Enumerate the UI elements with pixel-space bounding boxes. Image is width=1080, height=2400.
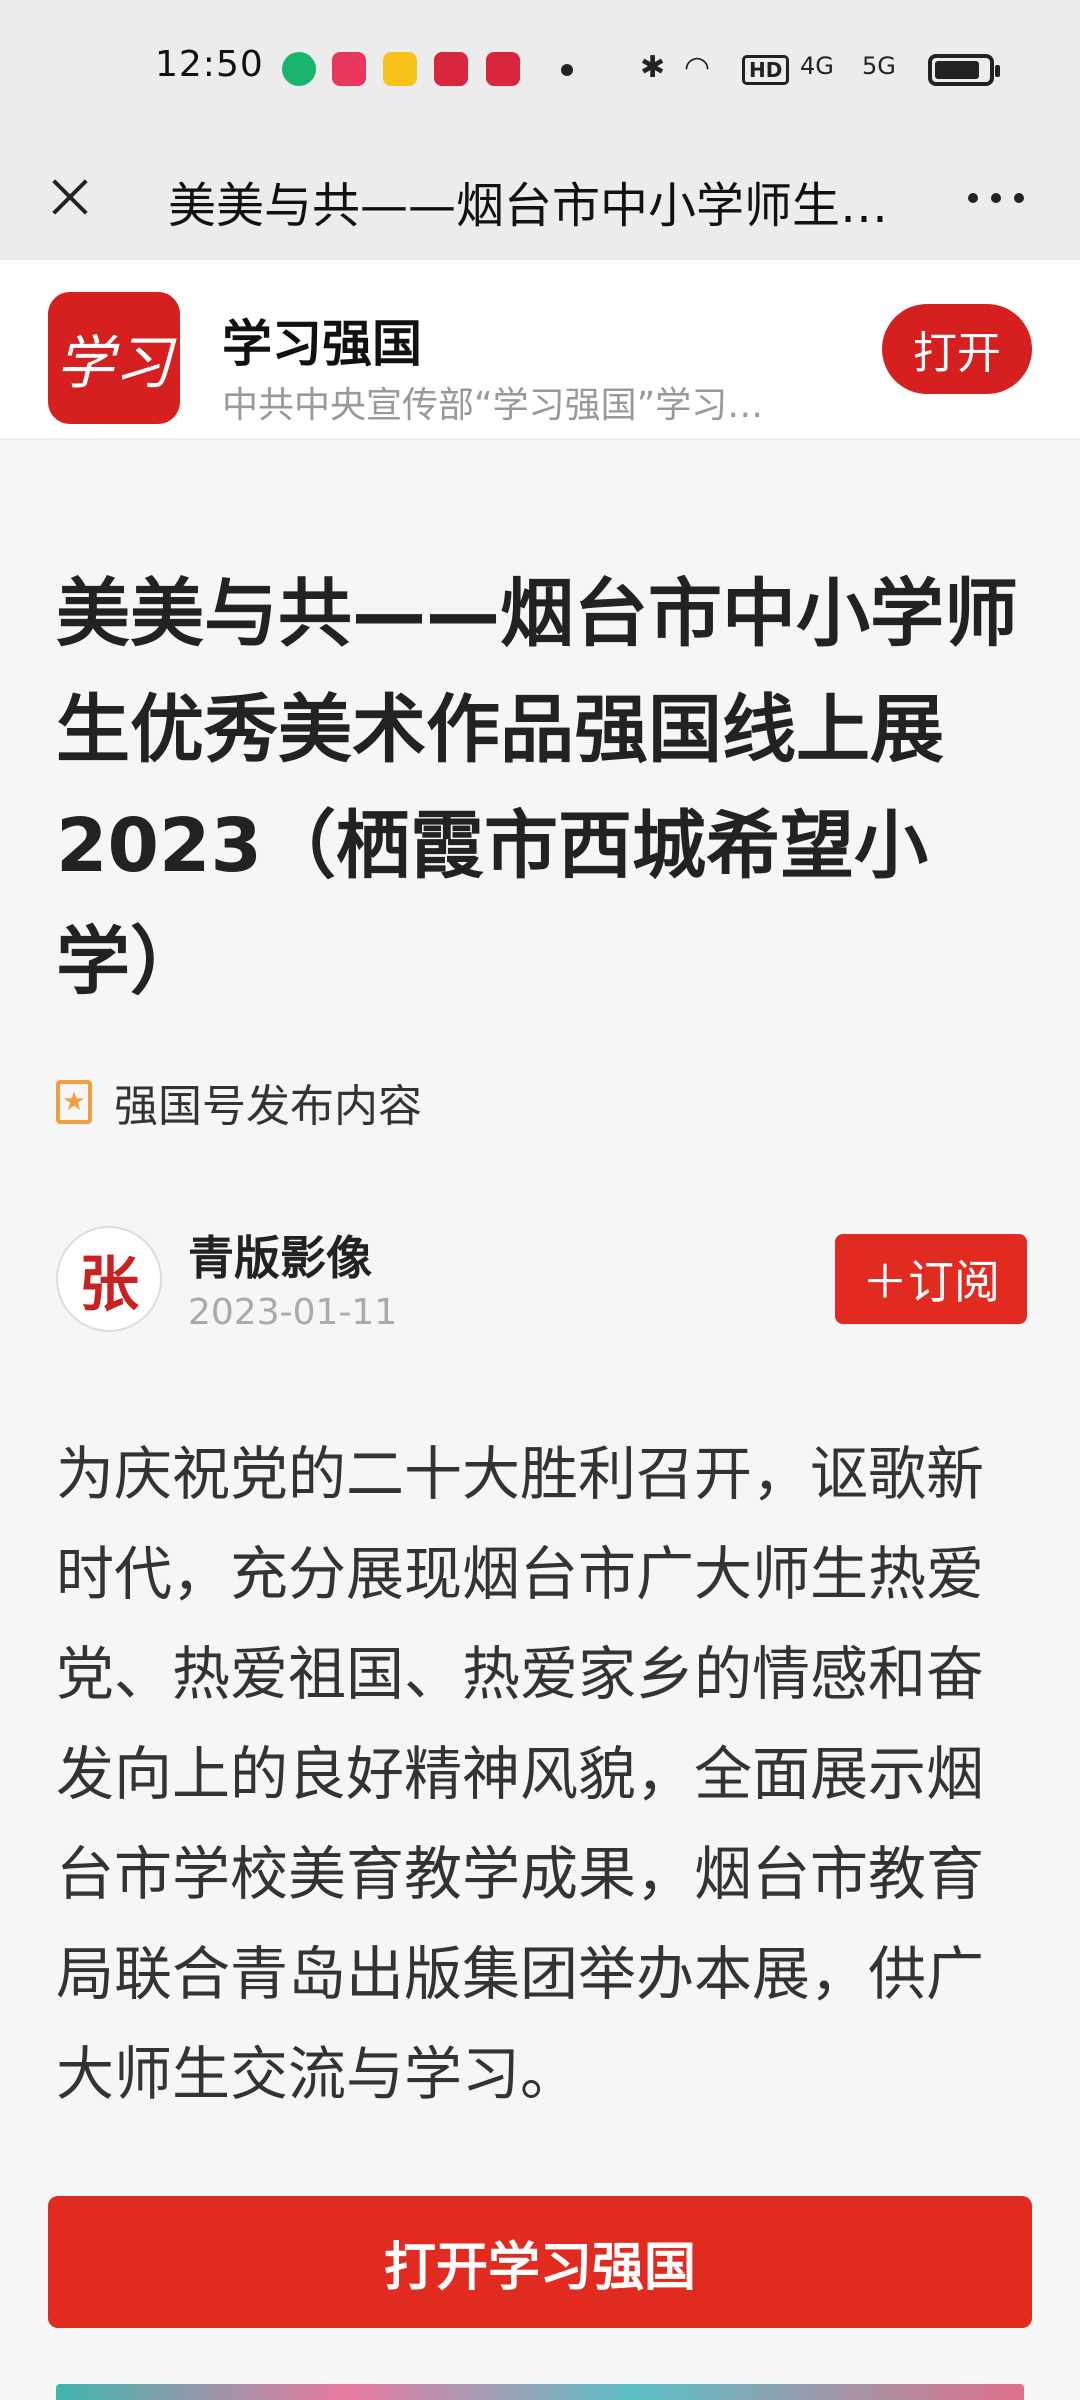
article-title: 美美与共——烟台市中小学师生优秀美术作品强国线上展2023（栖霞市西城希望小学） (56, 571, 1018, 1005)
author-avatar[interactable]: 张 (56, 1226, 162, 1332)
source-label: 强国号发布内容 (114, 1081, 422, 1132)
status-time: 12:50 (155, 44, 264, 85)
close-icon[interactable] (30, 156, 110, 236)
author-name[interactable]: 青版影像 (188, 1222, 372, 1288)
xuexi-logo-icon: 学习 (48, 292, 180, 424)
music-app-icon (282, 52, 316, 86)
status-bar: 12:50 ✱ ◠ HD 4G 5G (0, 0, 1080, 136)
news-app-icon (434, 52, 468, 86)
source-tag: ★ 强国号发布内容 (56, 1070, 422, 1134)
more-notifications-icon (561, 64, 573, 76)
article-body: 为庆祝党的二十大胜利召开，讴歌新时代，充分展现烟台市广大师生热爱党、热爱祖国、热… (56, 1440, 985, 2108)
page-title: 美美与共——烟台市中小学师生… (168, 178, 889, 234)
signal-4g-icon: 4G (800, 52, 834, 80)
notes-app-icon (383, 52, 417, 86)
open-app-button[interactable]: 打开 (882, 304, 1032, 394)
wifi-icon: ◠ (684, 50, 711, 85)
app-description: 中共中央宣传部“学习强国”学习… (222, 385, 764, 426)
video-app-icon (332, 52, 366, 86)
publish-date: 2023-01-11 (188, 1292, 398, 1333)
open-xuexi-button[interactable]: 打开学习强国 (48, 2196, 1032, 2328)
signal-5g-icon: 5G (862, 52, 896, 80)
navigation-bar: 美美与共——烟台市中小学师生… (0, 136, 1080, 260)
battery-icon (928, 54, 1000, 86)
hd-icon: HD (742, 55, 790, 85)
toutiao-app-icon (486, 52, 520, 86)
app-name: 学习强国 (222, 315, 422, 373)
star-badge-icon: ★ (56, 1080, 92, 1124)
article-image (56, 2384, 1024, 2400)
subscribe-button[interactable]: ＋订阅 (835, 1234, 1027, 1324)
bluetooth-icon: ✱ (640, 50, 666, 85)
app-promo-banner: 学习 学习强国 中共中央宣传部“学习强国”学习… 打开 (0, 260, 1080, 440)
more-options-icon[interactable] (960, 162, 1032, 234)
